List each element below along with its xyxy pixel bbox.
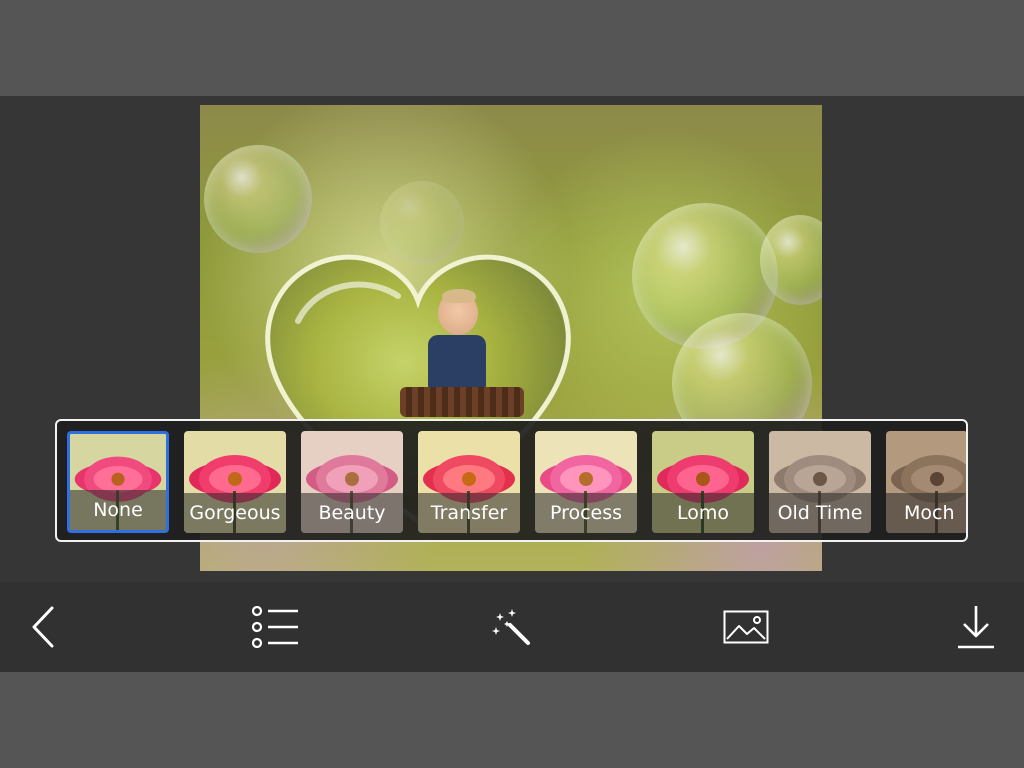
filter-item-process[interactable]: Process (535, 431, 637, 533)
filter-strip[interactable]: None Gorgeous Beauty Transfer Process Lo… (55, 419, 968, 542)
filter-item-transfer[interactable]: Transfer (418, 431, 520, 533)
filter-label: Gorgeous (184, 493, 286, 533)
baby-hair (442, 289, 476, 303)
swing-basket (400, 387, 524, 417)
bottom-toolbar (0, 582, 1024, 672)
filter-item-moch[interactable]: Moch (886, 431, 966, 533)
filter-item-none[interactable]: None (67, 431, 169, 533)
filter-label: Old Time (769, 493, 871, 533)
filter-item-old-time[interactable]: Old Time (769, 431, 871, 533)
magic-wand-button[interactable] (472, 582, 552, 672)
baby-figure (400, 289, 524, 431)
filter-label: None (70, 490, 166, 530)
background-image-button[interactable] (706, 582, 786, 672)
filter-label: Process (535, 493, 637, 533)
filter-item-lomo[interactable]: Lomo (652, 431, 754, 533)
filter-label: Moch (886, 493, 966, 533)
bubble (204, 145, 312, 253)
baby-overalls (428, 335, 486, 395)
list-icon (252, 606, 298, 648)
download-button[interactable] (936, 582, 1016, 672)
download-icon (958, 606, 994, 649)
image-icon (723, 610, 769, 644)
magic-wand-icon (492, 609, 530, 645)
bottom-band (0, 672, 1024, 768)
top-band (0, 0, 1024, 96)
filter-label: Transfer (418, 493, 520, 533)
filter-label: Beauty (301, 493, 403, 533)
filter-label: Lomo (652, 493, 754, 533)
filter-item-beauty[interactable]: Beauty (301, 431, 403, 533)
back-chevron-icon (32, 606, 54, 648)
filter-item-gorgeous[interactable]: Gorgeous (184, 431, 286, 533)
back-button[interactable] (5, 582, 85, 672)
list-button[interactable] (236, 582, 316, 672)
